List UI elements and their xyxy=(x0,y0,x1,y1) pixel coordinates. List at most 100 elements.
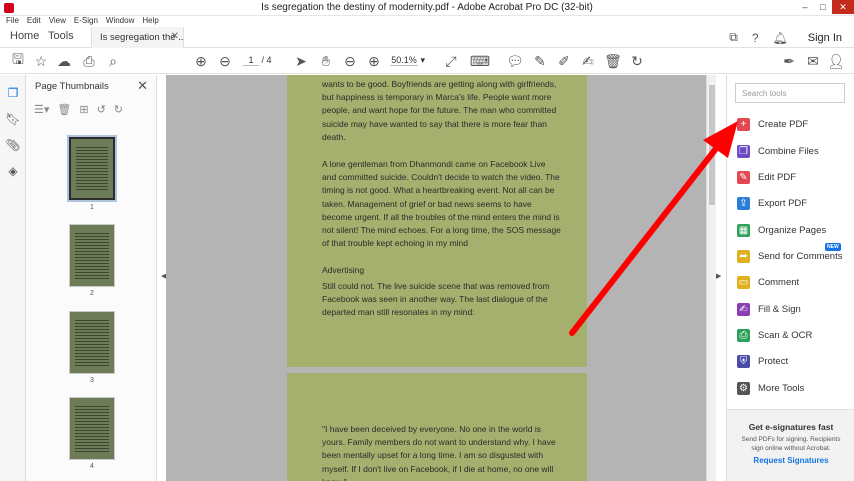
request-signatures-link[interactable]: Request Signatures xyxy=(727,456,854,465)
thumbnail-page-2[interactable] xyxy=(69,224,115,287)
current-page-input[interactable]: 1 xyxy=(243,55,259,66)
tool-label: Edit PDF xyxy=(758,171,797,183)
tool-more-tools[interactable]: ⚙ More Tools xyxy=(737,379,804,397)
insert-pages-icon[interactable]: ⊞ xyxy=(79,103,88,116)
zoom-in-icon[interactable]: ⊕ xyxy=(364,51,384,71)
tool-label: Protect xyxy=(758,355,789,367)
tab-home[interactable]: Home xyxy=(10,30,39,42)
menu-esign[interactable]: E-Sign xyxy=(74,16,98,27)
menu-edit[interactable]: Edit xyxy=(27,16,41,27)
thumbnail-page-4[interactable] xyxy=(69,397,115,460)
send-comments-icon: ➦ xyxy=(737,249,750,263)
tool-combine-files[interactable]: ❐ Combine Files xyxy=(737,142,819,160)
menu-view[interactable]: View xyxy=(49,16,66,27)
comment-icon[interactable]: 💬︎ xyxy=(505,51,525,71)
bookmarks-icon[interactable]: 🔖︎ xyxy=(5,111,21,127)
thumbnail-page-3[interactable] xyxy=(69,311,115,374)
rotate-left-icon[interactable]: ↺ xyxy=(97,103,106,116)
pdf-page-1: wants to be good. Boyfriends are getting… xyxy=(287,75,587,367)
rotate-icon[interactable]: ↻ xyxy=(627,51,647,71)
page-count: / 4 xyxy=(261,55,272,65)
window-title: Is segregation the destiny of modernity.… xyxy=(261,2,593,13)
zoom-level[interactable]: 50.1% ▾ xyxy=(390,55,430,66)
fill-sign-toolbar-icon[interactable]: ✒ xyxy=(779,51,799,71)
zoom-out-icon[interactable]: ⊖ xyxy=(340,51,360,71)
tool-create-pdf[interactable]: + Create PDF xyxy=(737,115,808,133)
close-tab-icon[interactable]: ✕ xyxy=(171,31,179,42)
menu-help[interactable]: Help xyxy=(142,16,158,27)
vertical-scrollbar[interactable] xyxy=(706,75,716,481)
window-controls: – □ ✕ xyxy=(796,0,854,16)
bookmark-star-icon[interactable]: ☆ xyxy=(31,51,51,71)
tool-fill-sign[interactable]: ✍︎ Fill & Sign xyxy=(737,300,801,318)
menu-file[interactable]: File xyxy=(6,16,19,27)
keyboard-icon[interactable]: ⌨ xyxy=(470,51,490,71)
page-thumbnails-icon[interactable]: ❐ xyxy=(5,85,21,101)
tool-export-pdf[interactable]: ⇪ Export PDF xyxy=(737,194,807,212)
export-pdf-icon: ⇪ xyxy=(737,196,750,210)
zoom-value: 50.1% xyxy=(390,55,418,66)
tool-scan-ocr[interactable]: ⎙ Scan & OCR xyxy=(737,326,812,344)
tab-document[interactable]: Is segregation the ... ✕ xyxy=(91,27,184,48)
help-icon[interactable]: ? xyxy=(752,31,759,45)
paragraph: wants to be good. Boyfriends are getting… xyxy=(322,79,557,142)
select-cursor-icon[interactable]: ➤ xyxy=(291,51,311,71)
minimize-button[interactable]: – xyxy=(796,0,814,14)
email-icon[interactable]: ✉ xyxy=(803,51,823,71)
tool-label: Create PDF xyxy=(758,118,809,130)
previous-page-icon[interactable]: ⊕ xyxy=(191,51,211,71)
scan-ocr-icon: ⎙ xyxy=(737,328,750,342)
share-user-icon[interactable]: 👤︎ xyxy=(826,51,846,71)
tool-label: More Tools xyxy=(758,382,805,394)
create-pdf-icon: + xyxy=(737,117,750,131)
next-page-icon[interactable]: ⊖ xyxy=(215,51,235,71)
notifications-icon[interactable]: 🔔︎ xyxy=(773,31,788,45)
fill-sign-icon: ✍︎ xyxy=(737,302,750,316)
paragraph-heading: Advertising xyxy=(322,265,365,275)
sign-in-button[interactable]: Sign In xyxy=(808,32,842,44)
paragraph: A lone gentleman from Dhanmondi came on … xyxy=(322,159,561,249)
tab-tools[interactable]: Tools xyxy=(48,30,74,42)
delete-pages-icon[interactable]: 🗑︎ xyxy=(57,103,71,116)
tool-comment[interactable]: ▭ Comment xyxy=(737,273,799,291)
document-viewport[interactable]: wants to be good. Boyfriends are getting… xyxy=(166,75,706,481)
thumbnail-options-icon[interactable]: ☰▾ xyxy=(34,103,49,116)
organize-pages-icon: ▦ xyxy=(737,223,750,237)
tool-label: Scan & OCR xyxy=(758,329,813,341)
zoom-search-icon[interactable]: ⌕ xyxy=(103,51,123,71)
hand-tool-icon[interactable]: ✋︎ xyxy=(316,51,336,71)
save-icon[interactable]: 🖫︎ xyxy=(8,51,28,71)
attachments-icon[interactable]: 📎︎ xyxy=(5,137,21,153)
delete-icon[interactable]: 🗑︎ xyxy=(603,51,623,71)
paragraph: "I have been deceived by everyone. No on… xyxy=(322,424,556,481)
tool-label: Combine Files xyxy=(758,145,819,157)
thumbnail-page-1[interactable] xyxy=(67,135,117,202)
print-icon[interactable]: ⎙ xyxy=(79,51,99,71)
tool-label: Send for Comments xyxy=(758,250,843,262)
panel-title: Page Thumbnails xyxy=(35,81,109,92)
search-tools-input[interactable]: Search tools xyxy=(735,83,845,103)
title-bar: Is segregation the destiny of modernity.… xyxy=(0,0,854,16)
fit-page-icon[interactable]: ⤢ xyxy=(441,51,461,71)
esign-promo: Get e-signatures fast Send PDFs for sign… xyxy=(727,409,854,481)
chevron-down-icon: ▾ xyxy=(420,55,426,65)
close-window-button[interactable]: ✕ xyxy=(832,0,854,14)
tool-label: Organize Pages xyxy=(758,224,827,236)
collapse-right-pane-icon[interactable]: ▶ xyxy=(716,272,721,280)
menu-window[interactable]: Window xyxy=(106,16,134,27)
thumbnail-number: 4 xyxy=(90,463,94,470)
scrollbar-thumb[interactable] xyxy=(709,85,715,205)
tool-protect[interactable]: ⛨ Protect xyxy=(737,352,788,370)
layers-icon[interactable]: ◈ xyxy=(5,163,21,179)
maximize-button[interactable]: □ xyxy=(814,0,832,14)
tool-organize-pages[interactable]: ▦ Organize Pages xyxy=(737,221,826,239)
tools-pane: Search tools + Create PDF ❐ Combine File… xyxy=(726,75,854,481)
sign-icon[interactable]: ✍︎ xyxy=(578,51,598,71)
upload-cloud-icon[interactable]: ☁ xyxy=(54,51,74,71)
draw-icon[interactable]: ✐ xyxy=(554,51,574,71)
tool-edit-pdf[interactable]: ✎ Edit PDF xyxy=(737,168,796,186)
close-panel-icon[interactable]: ✕ xyxy=(137,78,148,94)
share-screen-icon[interactable]: ⧉ xyxy=(729,30,738,45)
highlight-pen-icon[interactable]: ✎ xyxy=(530,51,550,71)
rotate-right-icon[interactable]: ↻ xyxy=(114,103,123,116)
